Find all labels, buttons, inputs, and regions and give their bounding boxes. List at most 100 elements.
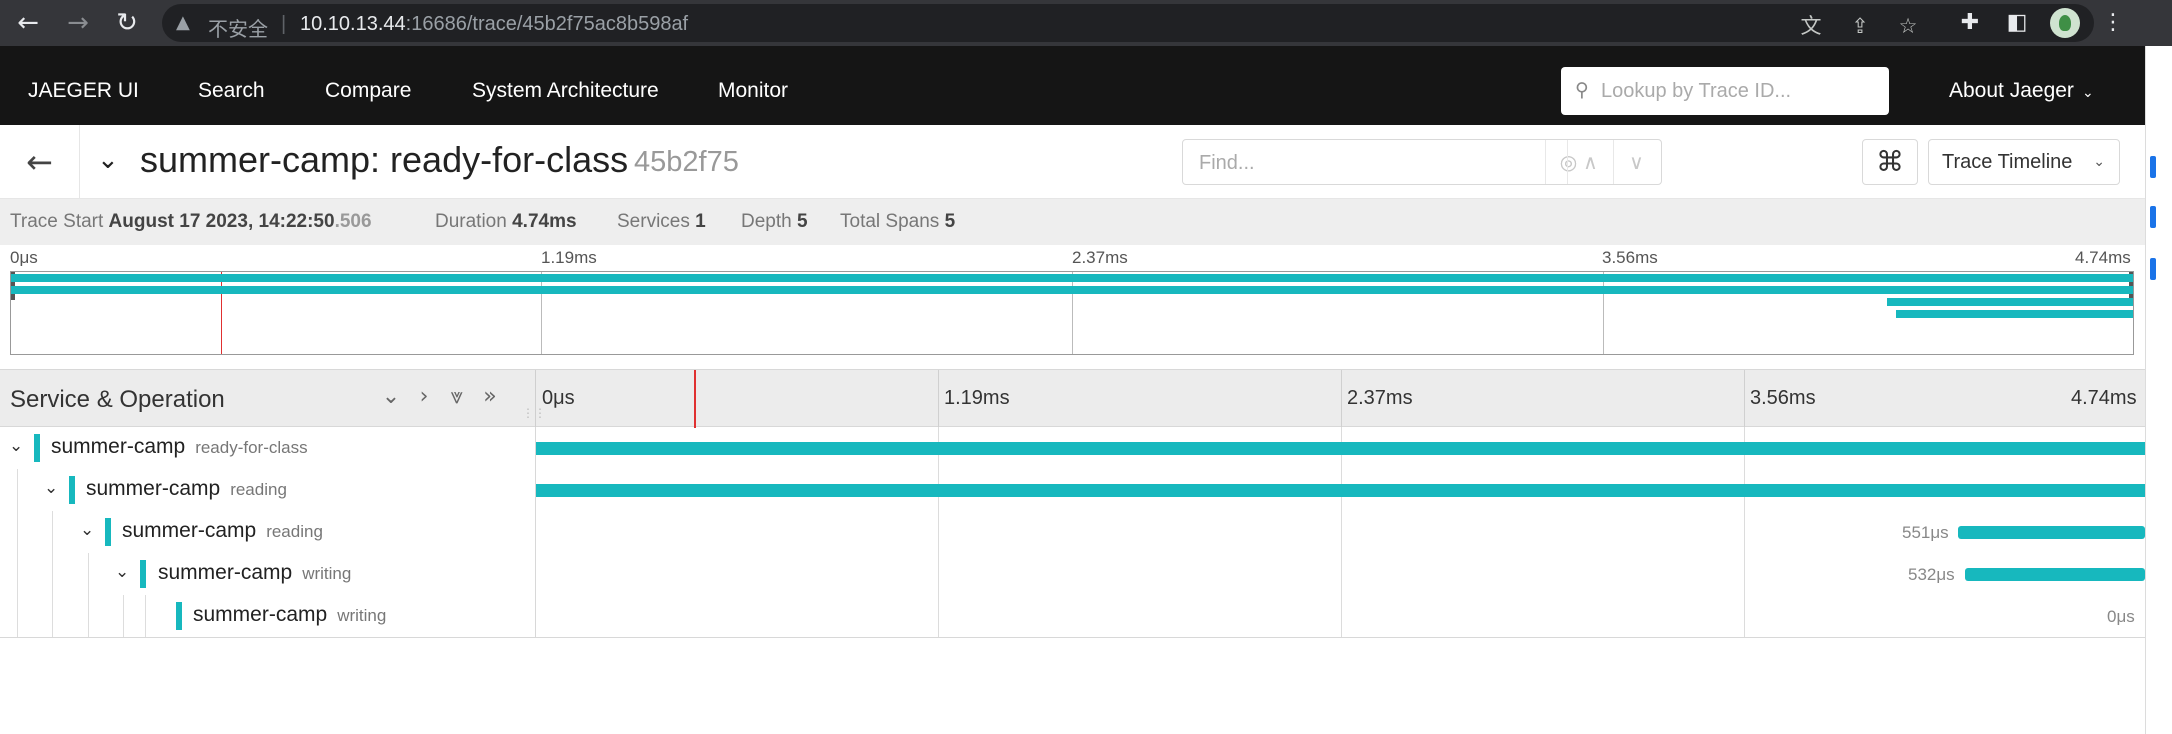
- browser-side-edge: [2145, 46, 2172, 734]
- trace-start-label: Trace Start: [10, 211, 104, 232]
- tree-guide: [88, 553, 89, 595]
- translate-icon[interactable]: 文: [1798, 13, 1824, 39]
- span-timeline-cell[interactable]: 532μs: [536, 553, 2145, 595]
- service-color-marker: [34, 434, 40, 462]
- minimap-gridline: [541, 272, 542, 354]
- tree-guide: [17, 553, 18, 595]
- span-row[interactable]: summer-camp writing 0μs: [0, 595, 2145, 637]
- collapse-chevron-icon[interactable]: ⌄: [97, 145, 119, 175]
- collapse-all-icon[interactable]: ⩔: [444, 384, 470, 414]
- address-url[interactable]: 10.10.13.44:16686/trace/45b2f75ac8b598af: [300, 13, 688, 36]
- chevron-down-icon[interactable]: ⌄: [9, 436, 23, 456]
- next-match-icon[interactable]: ∨: [1613, 140, 1659, 184]
- timeline-cursor: [694, 370, 696, 428]
- view-selector[interactable]: Trace Timeline ⌄: [1928, 139, 2120, 185]
- span-bar[interactable]: [536, 442, 2145, 455]
- timeline-gridline: [1341, 370, 1342, 428]
- span-label: summer-camp reading: [86, 477, 287, 501]
- browser-reload-icon[interactable]: ↻: [113, 9, 141, 37]
- view-selector-label: Trace Timeline: [1942, 151, 2073, 173]
- tree-guide: [17, 595, 18, 637]
- span-name-cell[interactable]: ⌄ summer-camp reading: [0, 511, 536, 553]
- expand-one-icon[interactable]: ›: [411, 384, 437, 414]
- about-jaeger-menu[interactable]: About Jaeger ⌄: [1949, 46, 2094, 125]
- back-arrow-icon[interactable]: ←: [0, 125, 80, 199]
- nav-search[interactable]: Search: [198, 46, 265, 125]
- side-panel-icon[interactable]: ◧: [2003, 9, 2031, 37]
- brand-link[interactable]: JAEGER UI: [28, 46, 139, 125]
- span-row[interactable]: ⌄ summer-camp reading: [0, 469, 2145, 511]
- span-timeline-cell[interactable]: [536, 427, 2145, 469]
- span-operation: writing: [337, 606, 387, 625]
- span-label: summer-camp ready-for-class: [51, 435, 308, 459]
- extensions-icon[interactable]: ✚: [1956, 9, 1984, 37]
- share-icon[interactable]: ⇪: [1847, 13, 1873, 39]
- total-spans-value: 5: [944, 211, 956, 232]
- address-bar[interactable]: ▲ 不安全 | 10.10.13.44:16686/trace/45b2f75a…: [162, 4, 2094, 42]
- span-duration-label: 0μs: [2107, 607, 2135, 626]
- timeline-header: Service & Operation ⌄ › ⩔ » ⋮⋮ 0μs 1.19m…: [0, 369, 2145, 428]
- span-operation: writing: [302, 564, 352, 583]
- chevron-down-icon[interactable]: ⌄: [80, 520, 94, 540]
- tree-guide: [123, 595, 124, 637]
- span-timeline-cell[interactable]: 0μs: [536, 595, 2145, 637]
- span-operation: ready-for-class: [195, 438, 308, 457]
- nav-system-architecture[interactable]: System Architecture: [472, 46, 659, 125]
- tree-guide: [17, 511, 18, 553]
- service-color-marker: [69, 476, 75, 504]
- tree-guide: [145, 595, 146, 637]
- minimap-tick: 2.37ms: [1072, 248, 1128, 267]
- chevron-down-icon[interactable]: ⌄: [44, 478, 58, 498]
- prev-match-icon[interactable]: ∧: [1567, 140, 1613, 184]
- row-gridline: [938, 553, 939, 595]
- span-service: summer-camp: [158, 561, 293, 584]
- browser-toolbar: ← → ↻ ▲ 不安全 | 10.10.13.44:16686/trace/45…: [0, 0, 2172, 46]
- trace-start: Trace Start August 17 2023, 14:22:50.506: [10, 211, 372, 233]
- minimap-gridline: [1072, 272, 1073, 354]
- span-bar[interactable]: [1958, 526, 2145, 539]
- minimap-gridline: [1603, 272, 1604, 354]
- span-service: summer-camp: [86, 477, 221, 500]
- span-name-cell[interactable]: summer-camp writing: [0, 595, 536, 637]
- span-name-cell[interactable]: ⌄ summer-camp ready-for-class: [0, 427, 536, 469]
- span-rows: ⌄ summer-camp ready-for-class ⌄ summer-ca…: [0, 427, 2145, 638]
- span-bar[interactable]: [536, 484, 2145, 497]
- span-name-cell[interactable]: ⌄ summer-camp writing: [0, 553, 536, 595]
- span-row[interactable]: ⌄ summer-camp writing 532μs: [0, 553, 2145, 595]
- nav-monitor[interactable]: Monitor: [718, 46, 788, 125]
- nav-compare[interactable]: Compare: [325, 46, 411, 125]
- span-row[interactable]: ⌄ summer-camp reading 551μs: [0, 511, 2145, 553]
- chevron-down-icon: ⌄: [2093, 154, 2105, 170]
- url-path: :16686/trace/45b2f75ac8b598af: [405, 13, 689, 35]
- trace-minimap[interactable]: 0μs 1.19ms 2.37ms 3.56ms 4.74ms: [0, 245, 2145, 361]
- span-timeline-cell[interactable]: 551μs: [536, 511, 2145, 553]
- minimap-canvas[interactable]: [10, 271, 2134, 355]
- span-row[interactable]: ⌄ summer-camp ready-for-class: [0, 427, 2145, 469]
- bookmark-star-icon[interactable]: ☆: [1895, 13, 1921, 39]
- trace-depth: Depth 5: [741, 211, 808, 233]
- url-host: 10.10.13.44: [300, 13, 406, 35]
- trace-id-lookup-input[interactable]: [1601, 77, 1881, 105]
- expand-all-icon[interactable]: »: [477, 384, 503, 414]
- insecure-label[interactable]: 不安全: [208, 13, 268, 42]
- find-box: ◎ ◎ ∧ ∨: [1182, 139, 1662, 185]
- service-color-marker: [140, 560, 146, 588]
- tree-guide: [88, 595, 89, 637]
- span-bar[interactable]: [1965, 568, 2145, 581]
- span-timeline-cell[interactable]: [536, 469, 2145, 511]
- keyboard-shortcuts-button[interactable]: ⌘: [1862, 139, 1918, 185]
- browser-menu-icon[interactable]: ⋮: [2099, 9, 2127, 37]
- find-input[interactable]: [1199, 149, 1559, 177]
- span-label: summer-camp writing: [158, 561, 351, 585]
- browser-back-icon[interactable]: ←: [14, 9, 42, 37]
- row-gridline: [1744, 553, 1745, 595]
- span-name-cell[interactable]: ⌄ summer-camp reading: [0, 469, 536, 511]
- timeline-tick: 0μs: [542, 387, 575, 409]
- collapse-one-icon[interactable]: ⌄: [378, 384, 404, 414]
- column-divider[interactable]: [535, 370, 536, 428]
- edge-mark: [2150, 206, 2156, 228]
- chevron-down-icon[interactable]: ⌄: [115, 562, 129, 582]
- search-icon: ⚲: [1575, 79, 1589, 101]
- browser-forward-icon[interactable]: →: [64, 9, 92, 37]
- profile-avatar[interactable]: [2050, 8, 2080, 38]
